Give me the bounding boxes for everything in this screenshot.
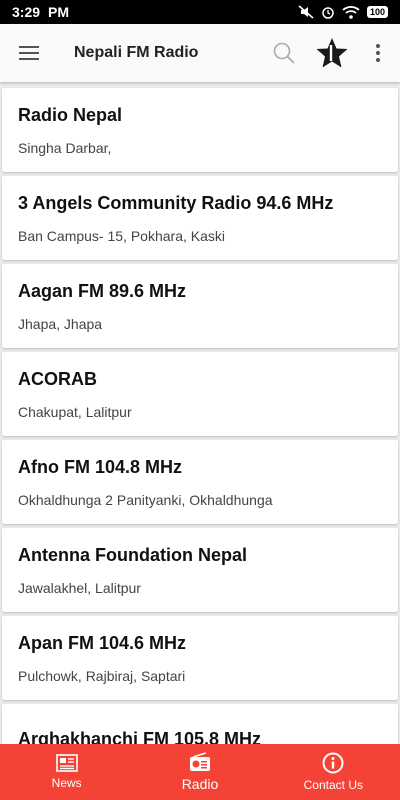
nav-news[interactable]: News (0, 744, 133, 800)
station-list[interactable]: Radio Nepal Singha Darbar, 3 Angels Comm… (0, 84, 400, 744)
station-address: Chakupat, Lalitpur (18, 403, 132, 420)
station-card[interactable]: Arghakhanchi FM 105.8 MHz (2, 704, 398, 744)
station-card[interactable]: Antenna Foundation Nepal Jawalakhel, Lal… (2, 528, 398, 612)
station-address: Singha Darbar, (18, 139, 112, 156)
info-icon (322, 752, 344, 774)
station-address: Okhaldhunga 2 Panityanki, Okhaldhunga (18, 491, 273, 508)
station-name: ACORAB (18, 368, 97, 389)
nav-radio-label: Radio (181, 776, 219, 792)
station-name: Arghakhanchi FM 105.8 MHz (18, 728, 262, 745)
overflow-menu-button[interactable] (356, 24, 400, 82)
nav-radio[interactable]: Radio (133, 744, 266, 800)
newspaper-icon (55, 754, 78, 772)
radio-icon (189, 752, 210, 771)
mute-icon (298, 5, 314, 19)
station-card[interactable]: Apan FM 104.6 MHz Pulchowk, Rajbiraj, Sa… (2, 616, 398, 700)
station-name: Antenna Foundation Nepal (18, 544, 247, 565)
station-name: Afno FM 104.8 MHz (18, 456, 183, 477)
nav-contact[interactable]: Contact Us (267, 744, 400, 800)
status-clock: 3:29 PM (12, 4, 69, 20)
menu-button[interactable] (0, 24, 58, 82)
station-name: Aagan FM 89.6 MHz (18, 280, 187, 301)
status-period: PM (48, 4, 70, 20)
station-card[interactable]: Aagan FM 89.6 MHz Jhapa, Jhapa (2, 264, 398, 348)
more-vert-icon (376, 44, 380, 62)
status-icons: 100 (298, 5, 388, 19)
station-address: Jhapa, Jhapa (18, 315, 103, 332)
app-bar: Nepali FM Radio (0, 24, 400, 82)
nav-news-label: News (51, 776, 82, 790)
status-time: 3:29 (12, 4, 41, 20)
station-address: Ban Campus- 15, Pokhara, Kaski (18, 227, 225, 244)
station-card[interactable]: ACORAB Chakupat, Lalitpur (2, 352, 398, 436)
favorites-button[interactable] (308, 24, 356, 82)
status-bar: 3:29 PM 100 (0, 0, 400, 24)
station-card[interactable]: Radio Nepal Singha Darbar, (2, 88, 398, 172)
station-address: Jawalakhel, Lalitpur (18, 579, 141, 596)
station-name: Radio Nepal (18, 104, 123, 125)
station-card[interactable]: Afno FM 104.8 MHz Okhaldhunga 2 Panityan… (2, 440, 398, 524)
station-card[interactable]: 3 Angels Community Radio 94.6 MHz Ban Ca… (2, 176, 398, 260)
bottom-nav: News Radio Contact Us (0, 744, 400, 800)
nav-contact-label: Contact Us (303, 778, 363, 792)
search-button[interactable] (260, 24, 308, 82)
alarm-icon (322, 7, 334, 19)
wifi-icon (342, 6, 360, 19)
station-address: Pulchowk, Rajbiraj, Saptari (18, 667, 186, 684)
battery-indicator: 100 (366, 6, 388, 18)
station-name: Apan FM 104.6 MHz (18, 632, 187, 653)
star-icon (316, 38, 348, 68)
hamburger-icon (19, 46, 39, 60)
app-title: Nepali FM Radio (74, 44, 199, 61)
search-icon (273, 42, 295, 64)
station-name: 3 Angels Community Radio 94.6 MHz (18, 192, 334, 213)
